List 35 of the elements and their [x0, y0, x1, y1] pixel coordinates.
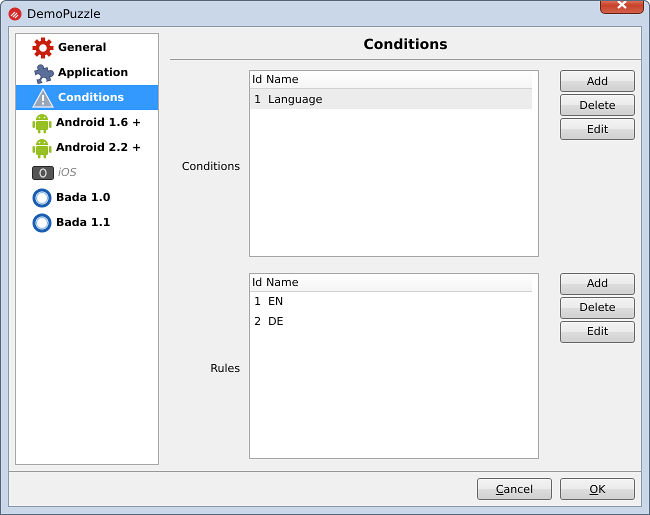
page-title: Conditions [170, 33, 641, 60]
column-header[interactable]: Name [264, 276, 532, 288]
app-icon [8, 6, 22, 20]
window-title: DemoPuzzle [27, 6, 102, 20]
sidebar-item[interactable]: Bada 1.0 [16, 185, 158, 210]
table-row[interactable]: 1 EN [250, 292, 532, 312]
dialog-button[interactable]: OK [560, 478, 635, 500]
table-row[interactable]: 2 DE [250, 312, 532, 332]
dialog-button[interactable]: Cancel [477, 478, 552, 500]
close-icon [617, 1, 627, 9]
sidebar-item[interactable]: Application [16, 60, 158, 85]
sidebar-item[interactable]: Android 2.2 + [16, 135, 158, 160]
table-row[interactable]: 1 Language [250, 89, 532, 109]
column-header[interactable]: Id [250, 276, 264, 288]
ring-icon [32, 212, 52, 232]
column-header[interactable]: Name [264, 73, 532, 86]
sidebar-item[interactable]: Bada 1.1 [16, 210, 158, 235]
column-header[interactable]: Id [250, 73, 264, 86]
puzzle-icon [32, 62, 54, 84]
badge-icon [32, 166, 54, 180]
android-icon [32, 136, 52, 158]
action-button[interactable]: Add [560, 70, 635, 92]
action-button[interactable]: Delete [560, 296, 635, 318]
ring-icon [32, 188, 52, 208]
action-button[interactable]: Add [560, 272, 635, 294]
warning-icon [32, 88, 54, 108]
android-icon [32, 112, 52, 134]
gear-icon [32, 36, 54, 58]
action-button[interactable]: Delete [560, 94, 635, 116]
section-label: Rules [210, 362, 240, 376]
action-button[interactable]: Edit [560, 320, 635, 342]
sidebar-item[interactable]: General [16, 35, 158, 60]
sidebar-item[interactable]: Android 1.6 + [16, 110, 158, 135]
action-button[interactable]: Edit [560, 118, 635, 140]
section-label: Conditions [182, 160, 240, 173]
